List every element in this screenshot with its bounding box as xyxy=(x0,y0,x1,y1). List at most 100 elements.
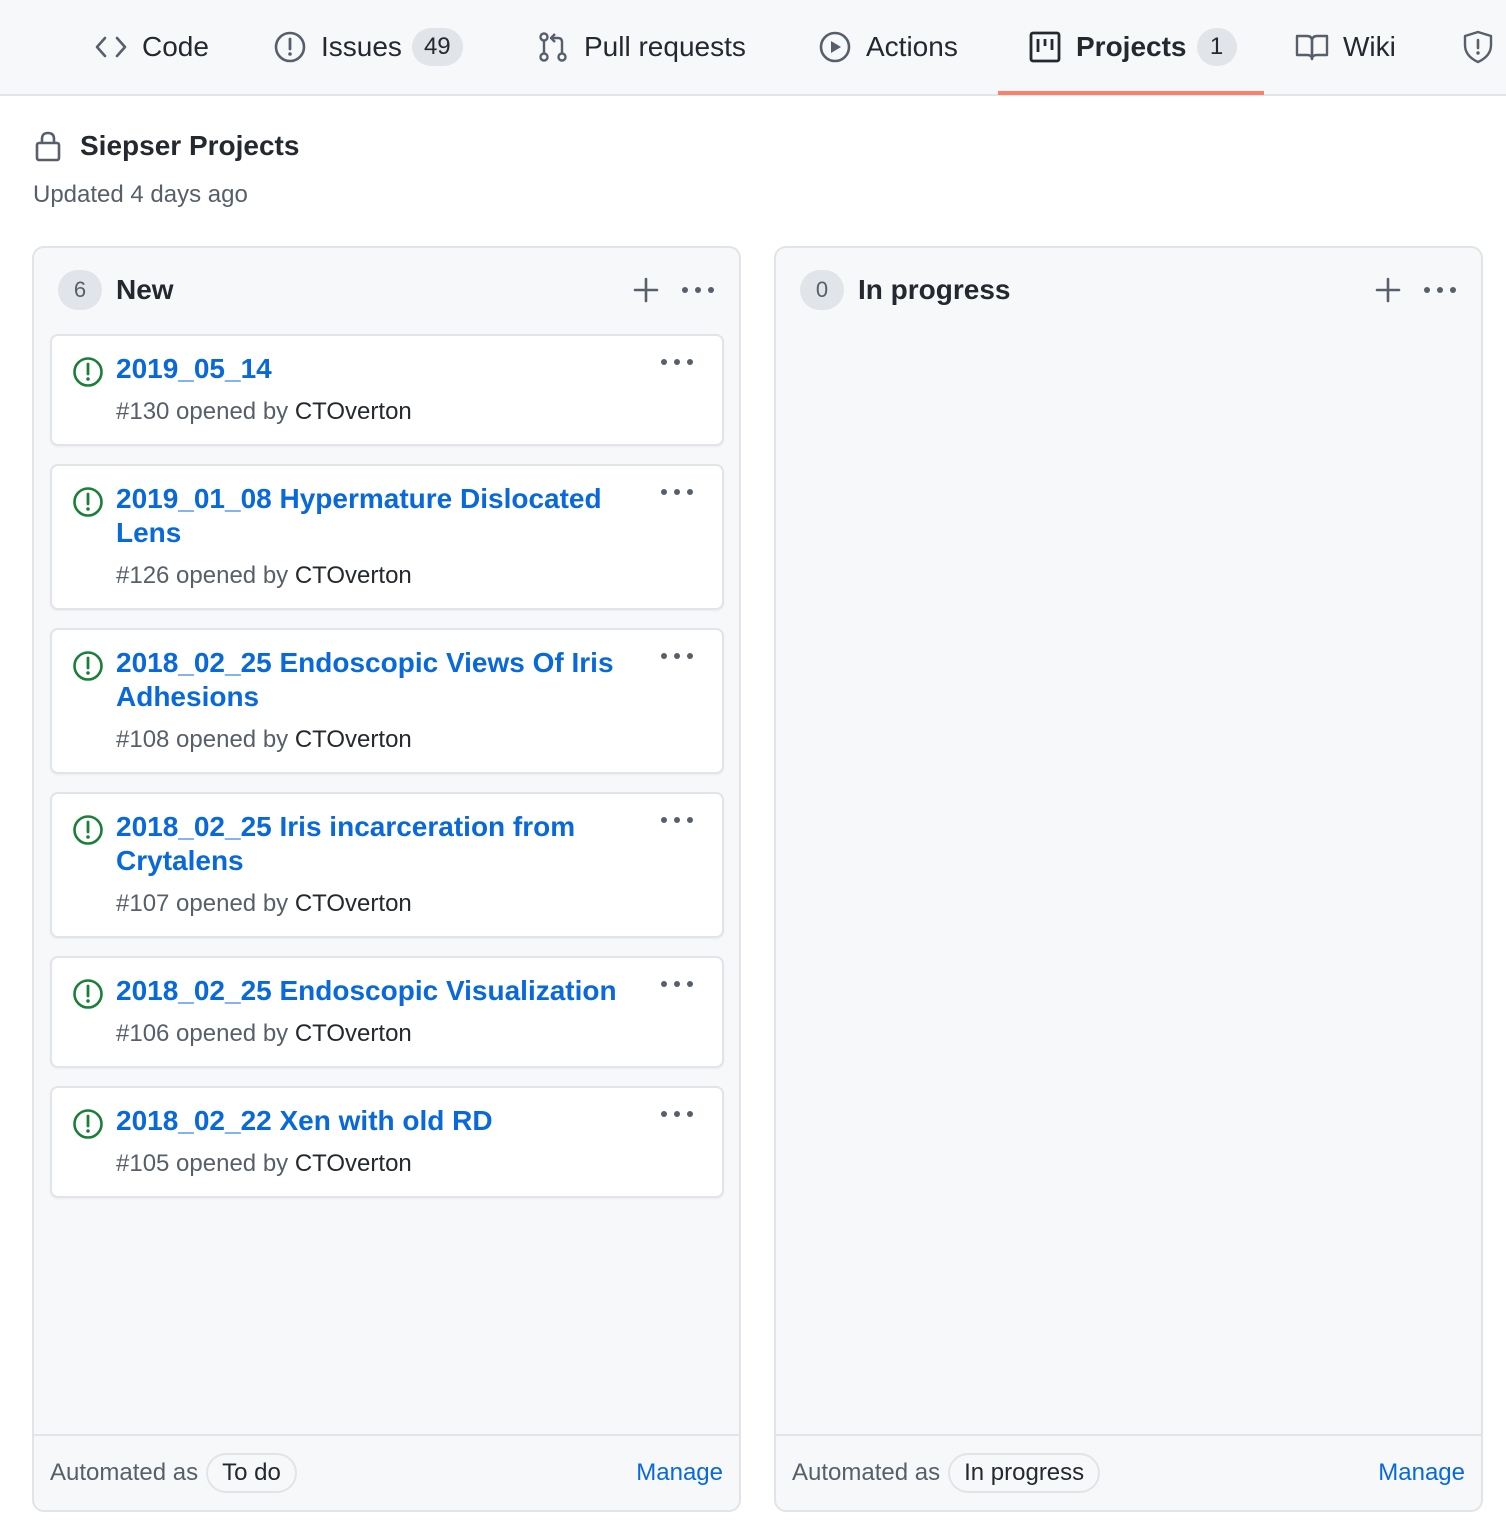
column-header: 0 In progress xyxy=(800,270,1457,310)
issue-card[interactable]: 2018_02_25 Iris incarceration from Cryta… xyxy=(50,792,724,938)
kebab-horizontal-icon xyxy=(661,359,693,365)
kebab-horizontal-icon xyxy=(661,817,693,823)
kebab-horizontal-icon xyxy=(661,489,693,495)
project-title: Siepser Projects xyxy=(80,130,300,161)
issue-opened-icon xyxy=(73,979,103,1009)
issue-opened-icon xyxy=(73,1109,103,1139)
tab-code[interactable]: Code xyxy=(94,0,209,94)
column-menu-button[interactable] xyxy=(681,286,715,294)
issue-author-link[interactable]: CTOverton xyxy=(295,890,412,917)
automation-preset-badge: In progress xyxy=(948,1453,1101,1493)
projects-count-badge: 1 xyxy=(1196,28,1237,66)
issue-number-text: #106 opened by xyxy=(116,1020,295,1047)
issue-author-link[interactable]: CTOverton xyxy=(295,1020,412,1047)
column-header: 6 New xyxy=(58,270,715,310)
issue-number-text: #107 opened by xyxy=(116,890,295,917)
tab-label: Actions xyxy=(866,31,958,62)
tab-label: Projects xyxy=(1076,31,1187,62)
column-card-count: 0 xyxy=(800,270,844,310)
card-menu-button[interactable] xyxy=(660,488,694,496)
issue-card[interactable]: 2019_05_14 #130 opened by CTOverton xyxy=(50,334,724,446)
issue-meta: #130 opened by CTOverton xyxy=(116,398,412,426)
plus-icon xyxy=(633,277,659,303)
issue-card[interactable]: 2019_01_08 Hypermature Dislocated Lens #… xyxy=(50,464,724,610)
tab-projects[interactable]: Projects 1 xyxy=(1028,0,1237,94)
tab-label: Pull requests xyxy=(584,31,746,62)
add-card-button[interactable] xyxy=(1375,277,1401,303)
issue-card[interactable]: 2018_02_22 Xen with old RD #105 opened b… xyxy=(50,1086,724,1198)
issue-author-link[interactable]: CTOverton xyxy=(295,562,412,589)
issue-author-link[interactable]: CTOverton xyxy=(295,398,412,425)
card-menu-button[interactable] xyxy=(660,358,694,366)
kebab-horizontal-icon xyxy=(661,981,693,987)
tab-label: Wiki xyxy=(1343,31,1396,62)
issue-opened-icon xyxy=(73,357,103,387)
issue-title-link[interactable]: 2018_02_25 Iris incarceration from Cryta… xyxy=(116,810,646,878)
issue-title-link[interactable]: 2018_02_25 Endoscopic Visualization xyxy=(116,974,646,1008)
manage-automation-link[interactable]: Manage xyxy=(1378,1459,1465,1487)
manage-automation-link[interactable]: Manage xyxy=(636,1459,723,1487)
issue-card[interactable]: 2018_02_25 Endoscopic Visualization #106… xyxy=(50,956,724,1068)
issue-number-text: #130 opened by xyxy=(116,398,295,425)
column-footer: Automated as To do Manage xyxy=(34,1434,739,1510)
automation-preset-badge: To do xyxy=(206,1453,297,1493)
project-header: Siepser Projects xyxy=(34,130,299,162)
card-menu-button[interactable] xyxy=(660,1110,694,1118)
tab-actions[interactable]: Actions xyxy=(818,0,958,94)
column-footer: Automated as In progress Manage xyxy=(776,1434,1481,1510)
kebab-horizontal-icon xyxy=(661,1111,693,1117)
issue-title-link[interactable]: 2019_05_14 xyxy=(116,352,646,386)
tab-security[interactable] xyxy=(1462,0,1494,94)
card-menu-button[interactable] xyxy=(660,816,694,824)
issue-meta: #105 opened by CTOverton xyxy=(116,1150,412,1178)
card-menu-button[interactable] xyxy=(660,652,694,660)
issue-meta: #126 opened by CTOverton xyxy=(116,562,412,590)
tab-pull-requests[interactable]: Pull requests xyxy=(536,0,746,94)
book-icon xyxy=(1295,34,1329,61)
kebab-horizontal-icon xyxy=(661,653,693,659)
issue-title-link[interactable]: 2018_02_25 Endoscopic Views Of Iris Adhe… xyxy=(116,646,646,714)
column-menu-button[interactable] xyxy=(1423,286,1457,294)
tab-label: Code xyxy=(142,31,209,62)
automation-label: Automated as xyxy=(50,1459,199,1486)
lock-icon xyxy=(35,131,61,162)
project-updated-time: Updated 4 days ago xyxy=(33,181,248,208)
issue-author-link[interactable]: CTOverton xyxy=(295,1150,412,1177)
column-title: In progress xyxy=(858,274,1011,305)
issue-opened-icon xyxy=(73,651,103,681)
issues-count-badge: 49 xyxy=(411,28,463,66)
issue-title-link[interactable]: 2018_02_22 Xen with old RD xyxy=(116,1104,646,1138)
play-icon xyxy=(819,31,851,63)
column-new: 6 New 2019_05_14 #130 opened by CTOverto xyxy=(32,246,741,1512)
issue-opened-icon xyxy=(73,815,103,845)
add-card-button[interactable] xyxy=(633,277,659,303)
kebab-horizontal-icon xyxy=(1424,287,1456,293)
repo-nav: Code Issues 49 Pull requests Actions Pro… xyxy=(0,0,1506,96)
kebab-horizontal-icon xyxy=(682,287,714,293)
tab-issues[interactable]: Issues 49 xyxy=(273,0,463,94)
code-icon xyxy=(95,36,127,58)
plus-icon xyxy=(1375,277,1401,303)
column-title: New xyxy=(116,274,174,305)
project-icon xyxy=(1029,31,1061,63)
issue-number-text: #126 opened by xyxy=(116,562,295,589)
card-menu-button[interactable] xyxy=(660,980,694,988)
issue-opened-icon xyxy=(274,31,306,63)
git-pull-request-icon xyxy=(539,32,567,62)
issue-number-text: #105 opened by xyxy=(116,1150,295,1177)
issue-meta: #108 opened by CTOverton xyxy=(116,726,412,754)
issue-opened-icon xyxy=(73,487,103,517)
issue-number-text: #108 opened by xyxy=(116,726,295,753)
issue-meta: #107 opened by CTOverton xyxy=(116,890,412,918)
tab-wiki[interactable]: Wiki xyxy=(1295,0,1396,94)
automation-label: Automated as xyxy=(792,1459,941,1486)
column-card-count: 6 xyxy=(58,270,102,310)
issue-meta: #106 opened by CTOverton xyxy=(116,1020,412,1048)
shield-icon xyxy=(1463,30,1493,64)
tab-label: Issues xyxy=(321,31,402,62)
column-in-progress: 0 In progress Automated as In progress M… xyxy=(774,246,1483,1512)
issue-card[interactable]: 2018_02_25 Endoscopic Views Of Iris Adhe… xyxy=(50,628,724,774)
active-tab-underline xyxy=(998,91,1264,95)
issue-title-link[interactable]: 2019_01_08 Hypermature Dislocated Lens xyxy=(116,482,646,550)
issue-author-link[interactable]: CTOverton xyxy=(295,726,412,753)
